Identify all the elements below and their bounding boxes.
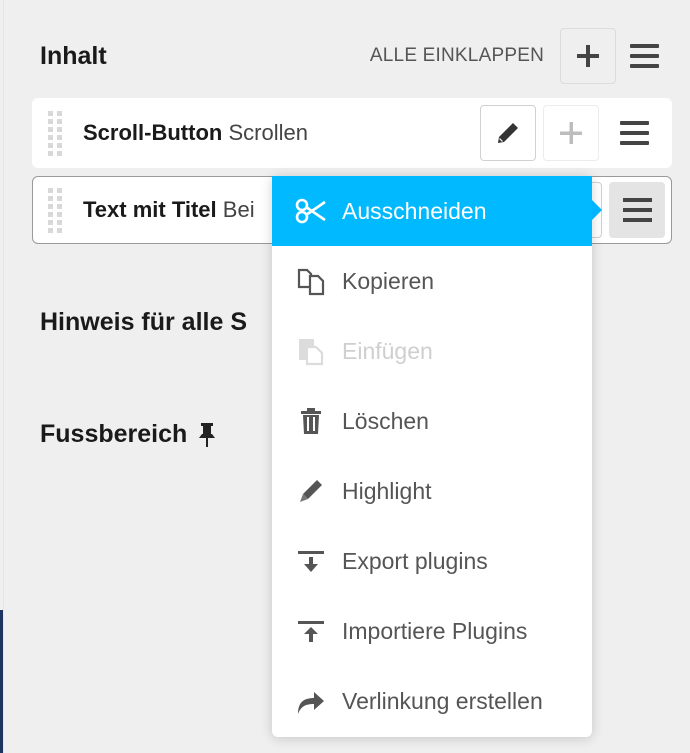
plugin-menu-button-active[interactable] [609,182,665,238]
export-icon [294,545,328,579]
hamburger-icon [622,198,652,222]
plugin-label: Text mit Titel Bei [83,197,255,223]
hamburger-icon [629,44,659,68]
menu-item-label: Verlinkung erstellen [342,688,543,715]
pencil-icon [294,474,328,508]
import-icon [294,615,328,649]
pencil-icon [498,123,518,143]
trash-icon [294,404,328,438]
plugin-menu-button[interactable] [606,105,662,161]
panel-left-border [3,0,4,753]
menu-item-cut[interactable]: Ausschneiden [272,176,592,247]
menu-item-paste[interactable]: Einfügen [272,316,592,386]
plugin-row[interactable]: Scroll-Button Scrollen [32,98,672,168]
collapse-all-button[interactable]: ALLE EINKLAPPEN [370,45,544,67]
menu-item-copy[interactable]: Kopieren [272,246,592,316]
drag-handle-icon[interactable] [48,187,62,233]
share-arrow-icon [294,685,328,719]
menu-item-label: Löschen [342,407,429,434]
plugin-actions [480,105,662,161]
section-menu-button[interactable] [616,28,672,84]
menu-item-label: Highlight [342,477,432,504]
menu-item-export[interactable]: Export plugins [272,526,592,596]
plugin-name: Scroll-Button [83,120,223,145]
menu-item-import[interactable]: Importiere Plugins [272,597,592,667]
menu-item-label: Einfügen [342,337,433,364]
edit-plugin-button[interactable] [480,105,536,161]
paste-icon [294,334,328,368]
plus-icon [560,122,582,144]
add-child-plugin-button[interactable] [543,105,599,161]
menu-item-label: Kopieren [342,267,435,294]
sidebar-edge [0,610,3,753]
placeholder-title-pinned: Fussbereich [40,420,217,449]
menu-item-label: Ausschneiden [342,197,487,224]
plugin-name: Text mit Titel [83,197,217,222]
placeholder-title-text: Fussbereich [40,420,188,448]
menu-item-delete[interactable]: Löschen [272,386,592,456]
pushpin-icon [199,422,216,447]
placeholder-title: Hinweis für alle S [40,308,248,336]
hamburger-icon [619,121,649,145]
drag-handle-icon[interactable] [48,110,62,156]
context-menu: Ausschneiden Kopieren Einfügen Löschen H… [272,176,602,737]
plugin-description: Bei [222,197,255,222]
menu-pointer-arrow [592,200,602,220]
plus-icon [577,45,599,67]
plugin-label: Scroll-Button Scrollen [83,120,308,146]
scissors-icon [294,194,328,228]
menu-item-label: Export plugins [342,548,488,575]
copy-icon [294,264,328,298]
menu-item-create-link[interactable]: Verlinkung erstellen [272,667,592,737]
add-plugin-button[interactable] [560,28,616,84]
menu-item-label: Importiere Plugins [342,618,528,645]
plugin-description: Scrollen [228,120,308,145]
menu-item-highlight[interactable]: Highlight [272,456,592,526]
section-header: Inhalt ALLE EINKLAPPEN [40,28,672,84]
section-title: Inhalt [40,41,107,70]
